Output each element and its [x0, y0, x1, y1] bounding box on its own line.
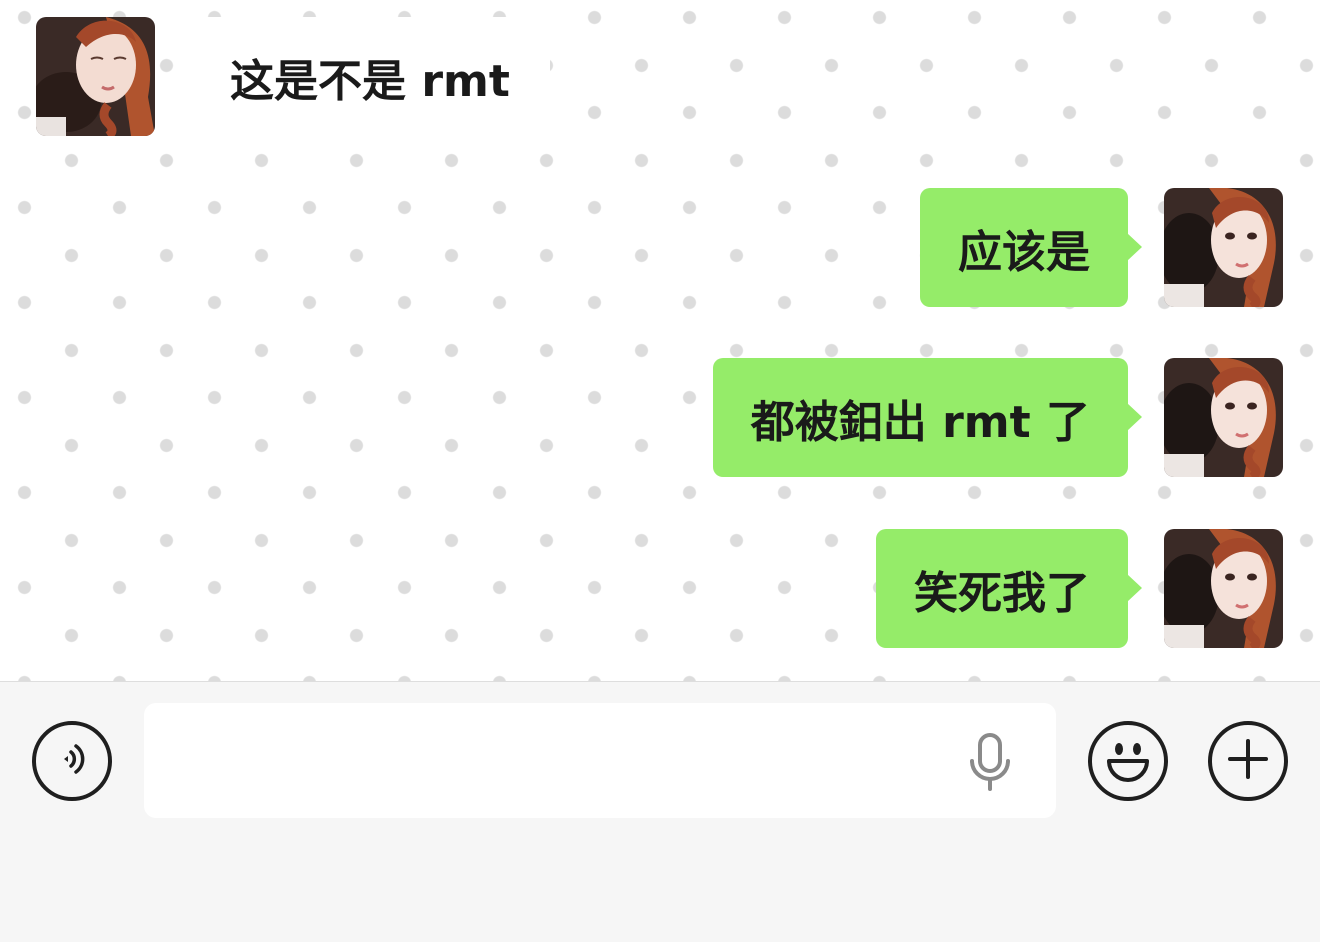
emoji-button[interactable]	[1088, 721, 1168, 801]
outgoing-message-bubble[interactable]: 应该是	[920, 188, 1142, 307]
voice-mode-button[interactable]	[32, 721, 112, 801]
my-avatar[interactable]	[1164, 529, 1283, 648]
message-input-field[interactable]	[144, 703, 1056, 820]
more-options-button[interactable]	[1208, 721, 1288, 801]
voice-mode-icon	[50, 737, 94, 785]
my-avatar[interactable]	[1164, 188, 1283, 307]
outgoing-message-bubble[interactable]: 笑死我了	[876, 529, 1142, 648]
message-list[interactable]: 这是不是 rmt 应该是 都被鈤出 rmt 了 笑死我了	[0, 0, 1320, 681]
plus-icon	[1223, 734, 1273, 788]
my-avatar[interactable]	[1164, 358, 1283, 477]
input-bar	[0, 681, 1320, 942]
outgoing-message-bubble[interactable]: 都被鈤出 rmt 了	[712, 358, 1143, 477]
chat-screen: 这是不是 rmt 应该是 都被鈤出 rmt 了 笑死我了	[0, 0, 1320, 942]
microphone-icon[interactable]	[966, 733, 1014, 793]
message-input[interactable]	[164, 703, 948, 820]
incoming-message-bubble[interactable]: 这是不是 rmt	[190, 17, 550, 136]
contact-avatar[interactable]	[36, 17, 155, 136]
emoji-icon	[1098, 729, 1158, 793]
